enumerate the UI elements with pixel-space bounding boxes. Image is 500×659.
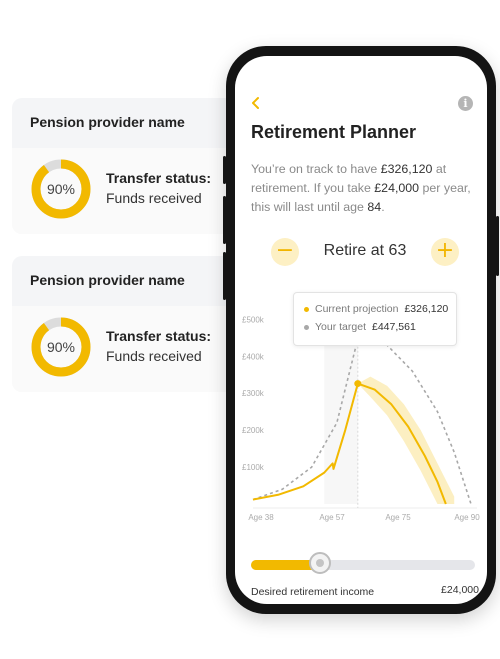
current-marker <box>354 380 362 388</box>
income-label: Desired retirement income <box>251 586 375 598</box>
tooltip-current-value: £326,120 <box>404 303 449 315</box>
y-tick-label: £300k <box>242 389 265 398</box>
transfer-status-label: Transfer status: <box>106 328 212 344</box>
card-body: 90% Transfer status: Funds received <box>12 148 234 234</box>
retire-age-label: Retire at 63 <box>323 242 407 259</box>
pension-card[interactable]: Pension provider name 90% Transfer statu… <box>12 98 234 234</box>
x-tick-label: Age 90 <box>454 513 480 522</box>
chart-tooltip: Current projection £326,120 Your target … <box>293 292 457 346</box>
transfer-status-value: Funds received <box>106 348 202 364</box>
income-slider-thumb[interactable] <box>309 552 332 574</box>
x-tick-label: Age 75 <box>385 513 411 522</box>
transfer-status-label: Transfer status: <box>106 170 212 186</box>
tooltip-target-label: Your target <box>315 321 366 333</box>
summary-text: . <box>381 200 385 214</box>
transfer-status-value: Funds received <box>106 190 202 206</box>
app-screen: i Retirement Planner You’re on track to … <box>235 56 487 604</box>
income-slider[interactable] <box>251 552 475 574</box>
current-dot-icon <box>304 306 309 312</box>
provider-name: Pension provider name <box>30 114 185 130</box>
phone-frame: i Retirement Planner You’re on track to … <box>223 46 499 614</box>
increase-age-button[interactable]: + <box>431 238 459 266</box>
power-button <box>496 216 499 276</box>
progress-percent: 90% <box>46 181 76 197</box>
card-body: 90% Transfer status: Funds received <box>12 306 234 392</box>
summary-text: You’re on track to have <box>251 162 381 176</box>
retirement-income: £24,000 <box>374 181 420 195</box>
tooltip-target-value: £447,561 <box>371 321 416 333</box>
income-value: £24,000 <box>441 584 479 596</box>
x-tick-label: Age 57 <box>319 513 345 522</box>
tooltip-current-row: Current projection £326,120 <box>304 303 448 315</box>
funds-last-age: 84 <box>367 200 382 214</box>
y-tick-label: £100k <box>242 463 265 472</box>
x-tick-label: Age 38 <box>248 513 274 522</box>
pension-card[interactable]: Pension provider name 90% Transfer statu… <box>12 256 234 392</box>
progress-percent: 90% <box>46 339 76 355</box>
tooltip-target-row: Your target £447,561 <box>304 321 416 333</box>
mute-switch <box>223 156 226 184</box>
volume-up-button <box>223 196 226 244</box>
decrease-age-button[interactable]: − <box>271 238 299 266</box>
back-chevron-icon[interactable] <box>249 96 263 110</box>
y-tick-label: £400k <box>242 352 265 361</box>
projection-summary: You’re on track to have £326,120 at reti… <box>251 160 483 217</box>
y-tick-label: £500k <box>242 315 265 324</box>
projected-amount: £326,120 <box>380 162 433 176</box>
target-dot-icon <box>304 324 309 330</box>
projection-range-band <box>357 376 455 504</box>
page-title: Retirement Planner <box>251 122 417 142</box>
y-tick-label: £200k <box>242 426 265 435</box>
volume-down-button <box>223 252 226 300</box>
info-icon[interactable]: i <box>458 96 473 111</box>
retire-age-stepper: − Retire at 63 + <box>235 238 487 268</box>
provider-name: Pension provider name <box>30 272 185 288</box>
tooltip-current-label: Current projection <box>315 303 399 315</box>
